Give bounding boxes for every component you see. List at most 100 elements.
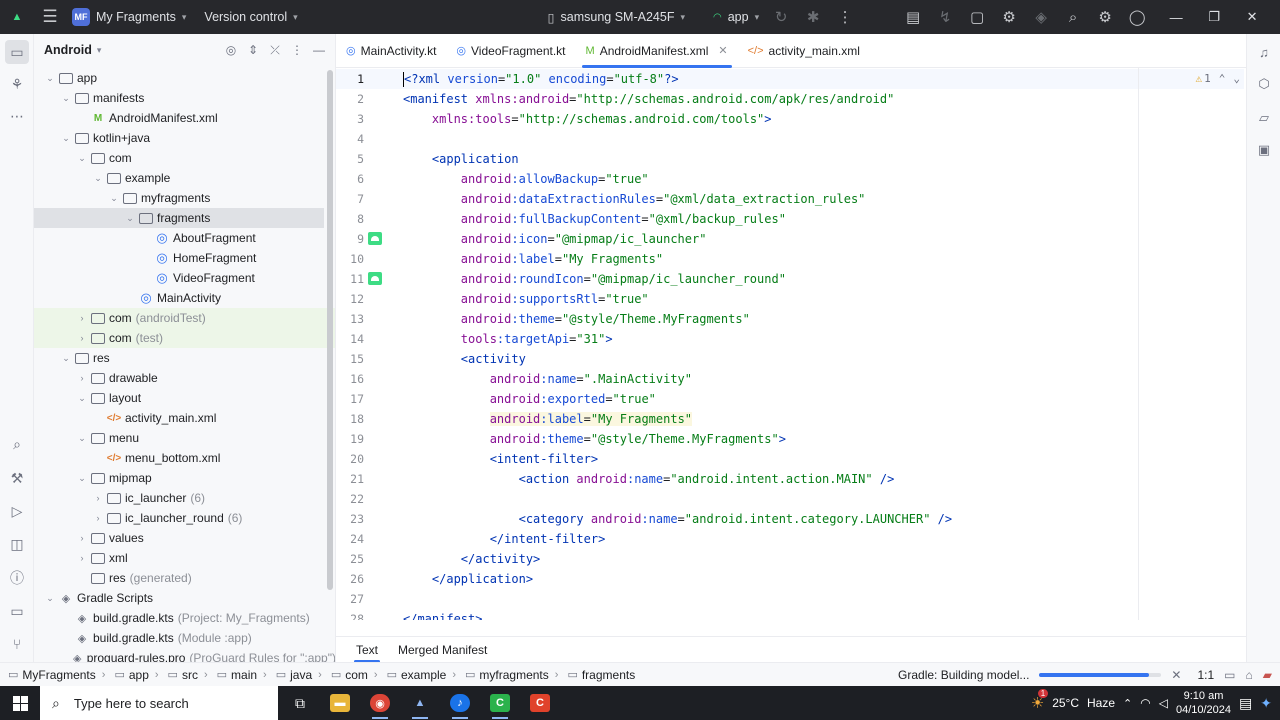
android-gutter-icon[interactable] bbox=[368, 272, 382, 285]
locate-file-icon[interactable]: ◎ bbox=[223, 40, 239, 60]
weather-icon[interactable]: ☀ 1 bbox=[1031, 689, 1049, 712]
tree-row[interactable]: ◎ AboutFragment bbox=[34, 228, 335, 248]
cancel-build-icon[interactable]: ✕ bbox=[1171, 668, 1181, 682]
tree-row[interactable]: ◈ proguard-rules.pro (ProGuard Rules for "… bbox=[34, 648, 335, 662]
volume-icon[interactable]: ◁ bbox=[1159, 696, 1168, 710]
chevron-down-icon[interactable]: ⌄ bbox=[90, 173, 106, 184]
debug-icon[interactable]: ✱ bbox=[797, 0, 829, 34]
tree-row[interactable]: ◎ VideoFragment bbox=[34, 268, 335, 288]
stop-icon[interactable]: ▢ bbox=[961, 0, 993, 34]
tree-row[interactable]: ⌄ layout bbox=[34, 388, 335, 408]
chevron-down-icon[interactable]: ⌄ bbox=[74, 153, 90, 164]
running-devices-icon[interactable]: ▣ bbox=[1254, 140, 1274, 160]
chevron-down-icon[interactable]: ⌄ bbox=[74, 473, 90, 484]
breadcrumb-item[interactable]: example bbox=[401, 668, 446, 682]
project-switcher[interactable]: MF My Fragments ▾ bbox=[66, 0, 192, 34]
sdk-manager-icon[interactable]: ◈ bbox=[1025, 0, 1057, 34]
line-separator-icon[interactable]: ▭ bbox=[1224, 668, 1235, 682]
tree-row[interactable]: ⌄ app bbox=[34, 68, 335, 88]
chevron-right-icon[interactable]: › bbox=[74, 533, 90, 543]
hide-panel-icon[interactable]: — bbox=[311, 40, 327, 60]
app-blue-icon[interactable]: ♪ bbox=[440, 686, 480, 720]
resource-manager-icon[interactable]: ⚘ bbox=[5, 72, 29, 96]
device-file-explorer-icon[interactable]: ▱ bbox=[1254, 108, 1274, 128]
rerun-icon[interactable]: ↻ bbox=[765, 0, 797, 34]
account-icon[interactable]: ◯ bbox=[1121, 0, 1153, 34]
android-studio-icon[interactable]: ▲ bbox=[400, 686, 440, 720]
tab-merged-manifest[interactable]: Merged Manifest bbox=[388, 637, 497, 663]
tree-row[interactable]: </> activity_main.xml bbox=[34, 408, 335, 428]
android-gutter-icon[interactable] bbox=[368, 232, 382, 245]
taskbar-search[interactable]: ⌕ Type here to search bbox=[40, 686, 278, 720]
project-scrollbar[interactable] bbox=[327, 70, 333, 590]
chevron-down-icon[interactable]: ⌄ bbox=[42, 73, 58, 84]
chevron-down-icon[interactable]: ⌄ bbox=[106, 193, 122, 204]
cursor-position[interactable]: 1:1 bbox=[1197, 668, 1214, 682]
chevron-right-icon[interactable]: › bbox=[90, 513, 106, 523]
chevron-down-icon[interactable]: ⌄ bbox=[1233, 72, 1240, 85]
tree-row[interactable]: ⌄ com bbox=[34, 148, 335, 168]
breadcrumb-item[interactable]: myfragments bbox=[479, 668, 548, 682]
start-button[interactable] bbox=[0, 686, 40, 720]
project-view-title[interactable]: Android bbox=[44, 43, 92, 57]
tree-row[interactable]: ⌄ example bbox=[34, 168, 335, 188]
tree-row[interactable]: ◈ build.gradle.kts (Project: My_Fragments) bbox=[34, 608, 335, 628]
tab-text[interactable]: Text bbox=[346, 637, 388, 663]
gradle-sync-icon[interactable]: ⚙ bbox=[993, 0, 1025, 34]
collapse-all-icon[interactable]: ⤫ bbox=[267, 40, 283, 60]
more-actions-icon[interactable]: ⋮ bbox=[829, 0, 861, 34]
breadcrumb-item[interactable]: src bbox=[182, 668, 198, 682]
chevron-right-icon[interactable]: › bbox=[74, 313, 90, 323]
file-explorer-icon[interactable]: ▬ bbox=[320, 686, 360, 720]
breadcrumb-item[interactable]: app bbox=[129, 668, 149, 682]
memory-indicator-icon[interactable]: ▰ bbox=[1263, 668, 1272, 682]
notifications-icon[interactable]: ♫ bbox=[1254, 42, 1274, 62]
chevron-down-icon[interactable]: ⌄ bbox=[58, 133, 74, 144]
more-tool-windows-icon[interactable]: ⋯ bbox=[5, 104, 29, 128]
tree-row[interactable]: ⌄ res bbox=[34, 348, 335, 368]
tree-row[interactable]: ⌄ manifests bbox=[34, 88, 335, 108]
tab-androidmanifest-xml[interactable]: M AndroidManifest.xml ✕ bbox=[576, 34, 738, 68]
apply-changes-icon[interactable]: ↯ bbox=[929, 0, 961, 34]
project-folder-icon[interactable]: ▭ bbox=[5, 40, 29, 64]
chevron-right-icon[interactable]: › bbox=[74, 373, 90, 383]
breadcrumb-item[interactable]: java bbox=[290, 668, 312, 682]
tab-videofragment-kt[interactable]: ◎ VideoFragment.kt bbox=[446, 34, 575, 68]
copilot-icon[interactable]: ✦ bbox=[1260, 695, 1272, 712]
breadcrumb-item[interactable]: com bbox=[345, 668, 368, 682]
chevron-down-icon[interactable]: ⌄ bbox=[58, 93, 74, 104]
chevron-up-icon[interactable]: ⌃ bbox=[1219, 72, 1226, 85]
tree-row[interactable]: › ic_launcher_round (6) bbox=[34, 508, 335, 528]
tree-row[interactable]: › com (test) bbox=[34, 328, 335, 348]
weather-condition[interactable]: Haze bbox=[1087, 696, 1115, 710]
clock[interactable]: 9:10 am 04/10/2024 bbox=[1176, 689, 1231, 717]
camtasia-red-icon[interactable]: C bbox=[520, 686, 560, 720]
chrome-icon[interactable]: ◉ bbox=[360, 686, 400, 720]
settings-gear-icon[interactable]: ⚙ bbox=[1089, 0, 1121, 34]
build-hammer-icon[interactable]: ⚒ bbox=[5, 466, 29, 490]
find-icon[interactable]: ⌕ bbox=[5, 432, 29, 456]
run-config-selector[interactable]: ◠ app ▾ bbox=[707, 0, 765, 34]
chevron-right-icon[interactable]: › bbox=[74, 553, 90, 563]
tree-row[interactable]: › xml bbox=[34, 548, 335, 568]
tree-row[interactable]: › values bbox=[34, 528, 335, 548]
chevron-right-icon[interactable]: › bbox=[90, 493, 106, 503]
tree-row[interactable]: ⌄ mipmap bbox=[34, 468, 335, 488]
inspection-widget[interactable]: ⚠ 1 ⌃ ⌄ bbox=[1196, 72, 1241, 85]
version-control-menu[interactable]: Version control ▾ bbox=[198, 0, 303, 34]
show-hidden-icons-icon[interactable]: ⌃ bbox=[1123, 697, 1132, 710]
version-control-icon[interactable]: ⑂ bbox=[5, 632, 29, 656]
close-tab-icon[interactable]: ✕ bbox=[718, 44, 727, 57]
tree-row[interactable]: ◎ MainActivity bbox=[34, 288, 335, 308]
tab-mainactivity-kt[interactable]: ◎ MainActivity.kt bbox=[336, 34, 446, 68]
expand-all-icon[interactable]: ⇕ bbox=[245, 40, 261, 60]
chevron-down-icon[interactable]: ⌄ bbox=[42, 593, 58, 604]
network-icon[interactable]: ◠ bbox=[1140, 696, 1150, 710]
chevron-right-icon[interactable]: › bbox=[74, 333, 90, 343]
tree-row[interactable]: ⌄ myfragments bbox=[34, 188, 335, 208]
tree-row[interactable]: ◈ build.gradle.kts (Module :app) bbox=[34, 628, 335, 648]
tree-row[interactable]: ⌄ ◈ Gradle Scripts bbox=[34, 588, 335, 608]
readonly-lock-icon[interactable]: ⌂ bbox=[1246, 668, 1253, 682]
tree-row[interactable]: › ic_launcher (6) bbox=[34, 488, 335, 508]
tab-activity-main-xml[interactable]: </> activity_main.xml bbox=[738, 34, 870, 68]
